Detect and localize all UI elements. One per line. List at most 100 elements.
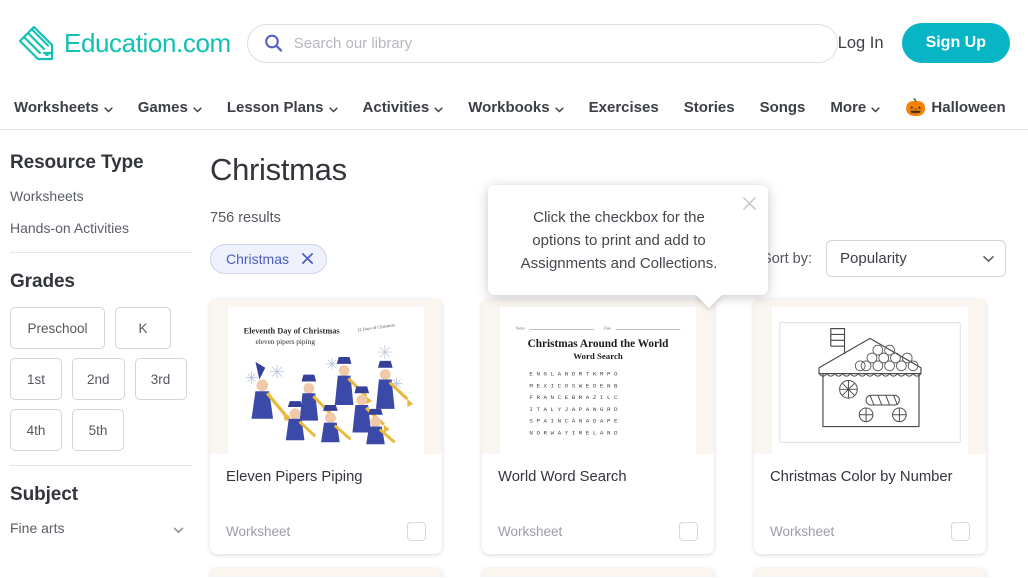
grade-button-1st[interactable]: 1st (10, 358, 62, 400)
pencil-logo-icon (14, 21, 58, 65)
svg-text:S P A I N C A N A D A P E: S P A I N C A N A D A P E (529, 418, 618, 425)
card-title: Eleven Pipers Piping (226, 469, 363, 485)
nav-label: Games (137, 99, 188, 116)
sort-label: Sort by: (762, 250, 812, 267)
nav-label: Activities (362, 99, 430, 116)
card-title: World Word Search (498, 469, 627, 485)
login-link[interactable]: Log In (838, 34, 884, 53)
results-main: Christmas 756 results Christmas Sort by:… (206, 130, 1028, 577)
nav-label: Songs (759, 99, 806, 116)
card-thumbnail (482, 568, 714, 577)
nav-item-games[interactable]: Games (138, 99, 216, 116)
nav-item-songs[interactable]: Songs (760, 99, 820, 116)
close-icon[interactable] (742, 196, 757, 211)
result-card[interactable]: Eleventh Day of Christmas eleven pipers … (210, 299, 442, 554)
chevron-down-icon (554, 99, 564, 116)
sidebar-item-hands-on-activities[interactable]: Hands-on Activities (10, 220, 192, 236)
svg-text:Eleventh Day of Christmas: Eleventh Day of Christmas (244, 326, 341, 335)
nav-label: Workbooks (468, 99, 550, 116)
nav-item-more[interactable]: More (830, 99, 894, 116)
filters-sidebar: Resource Type Worksheets Hands-on Activi… (0, 130, 206, 577)
nav-item-worksheets[interactable]: Worksheets (14, 99, 127, 116)
signup-button[interactable]: Sign Up (901, 23, 1010, 63)
chevron-down-icon (434, 99, 443, 116)
card-checkbox[interactable] (951, 522, 970, 541)
nav-item-halloween[interactable]: 🎃 Halloween (905, 99, 1019, 116)
svg-text:F R A N C E B R A Z I L C: F R A N C E B R A Z I L C (529, 394, 618, 401)
nav-label: Halloween (931, 99, 1006, 116)
facet-title-grades: Grades (10, 271, 75, 292)
grade-button-4th[interactable]: 4th (10, 409, 62, 451)
sort-select-wrap: Popularity Most Recent Title A-Z Title Z… (826, 240, 1006, 277)
svg-text:eleven pipers piping: eleven pipers piping (255, 337, 315, 346)
nav-item-activities[interactable]: Activities (363, 99, 458, 116)
grade-button-3rd[interactable]: 3rd (134, 358, 187, 400)
grade-button-group: Preschool K 1st 2nd 3rd 4th 5th (10, 307, 192, 451)
checkbox-hint-tooltip: Click the checkbox for the options to pr… (488, 185, 768, 309)
main-navigation: Worksheets Games Lesson Plans Activities… (0, 86, 1028, 130)
card-body: Eleven Pipers Piping Worksheet (210, 454, 442, 554)
nav-item-lesson-plans[interactable]: Lesson Plans (227, 99, 352, 116)
result-card[interactable] (482, 568, 714, 577)
facet-title-resource-type: Resource Type (10, 152, 144, 173)
chevron-down-icon (104, 99, 113, 116)
grade-button-2nd[interactable]: 2nd (72, 358, 125, 400)
chevron-down-icon (193, 99, 202, 116)
worksheet-preview-word-search: Name Date Christmas Around the World Wor… (500, 307, 696, 454)
chevron-down-icon (871, 99, 880, 116)
chevron-down-icon (173, 520, 184, 536)
card-footer: Worksheet (498, 522, 698, 541)
logo-text: Education.com (64, 27, 231, 58)
svg-text:I T A L Y J A P A N G R D: I T A L Y J A P A N G R D (529, 406, 618, 413)
divider (10, 465, 192, 466)
svg-text:Christmas Around the World: Christmas Around the World (528, 338, 669, 350)
svg-text:Word Search: Word Search (573, 351, 623, 361)
site-header: Education.com Log In Sign Up (0, 0, 1028, 86)
nav-item-exercises[interactable]: Exercises (589, 99, 673, 116)
tooltip-pointer (695, 294, 723, 309)
nav-item-stories[interactable]: Stories (684, 99, 749, 116)
grade-button-preschool[interactable]: Preschool (10, 307, 105, 349)
search-box[interactable] (246, 23, 838, 63)
result-card[interactable] (754, 568, 986, 577)
sidebar-item-fine-arts[interactable]: Fine arts (10, 520, 192, 536)
nav-item-workbooks[interactable]: Workbooks (468, 99, 577, 116)
page-title: Christmas (210, 152, 347, 187)
close-icon[interactable] (301, 252, 314, 265)
sort-select[interactable]: Popularity Most Recent Title A-Z Title Z… (826, 240, 1006, 277)
result-card[interactable] (210, 568, 442, 577)
nav-label: Exercises (588, 99, 659, 116)
svg-text:Date: Date (604, 327, 612, 331)
result-card[interactable]: Christmas Color by Number Worksheet (754, 299, 986, 554)
nav-label: Worksheets (14, 99, 99, 116)
sidebar-item-worksheets[interactable]: Worksheets (10, 188, 192, 204)
grade-button-5th[interactable]: 5th (72, 409, 124, 451)
site-logo[interactable]: Education.com (14, 21, 231, 65)
chevron-down-icon (328, 99, 338, 116)
svg-text:E N G L A N D R T K M P O: E N G L A N D R T K M P O (529, 371, 618, 378)
sidebar-item-label: Fine arts (10, 520, 65, 536)
svg-text:N O R W A Y I R E L A N D: N O R W A Y I R E L A N D (529, 429, 618, 436)
svg-text:M E X I C O S W E D E N B: M E X I C O S W E D E N B (529, 382, 618, 389)
grade-button-k[interactable]: K (115, 307, 171, 349)
card-footer: Worksheet (226, 522, 426, 541)
tooltip-text: Click the checkbox for the options to pr… (520, 209, 718, 272)
card-thumbnail: Eleventh Day of Christmas eleven pipers … (210, 299, 442, 454)
divider (10, 252, 192, 253)
card-thumbnail (754, 299, 986, 454)
nav-label: Lesson Plans (226, 99, 324, 116)
result-card[interactable]: Name Date Christmas Around the World Wor… (482, 299, 714, 554)
worksheet-preview-pipers: Eleventh Day of Christmas eleven pipers … (228, 307, 424, 454)
card-body: World Word Search Worksheet (482, 454, 714, 554)
card-title: Christmas Color by Number (770, 469, 953, 485)
worksheet-preview-color-by-number (772, 307, 968, 454)
svg-text:Name: Name (516, 327, 526, 331)
search-input[interactable] (291, 24, 821, 62)
card-footer: Worksheet (770, 522, 970, 541)
card-checkbox[interactable] (407, 522, 426, 541)
card-thumbnail: Name Date Christmas Around the World Wor… (482, 299, 714, 454)
sort-control: Sort by: Popularity Most Recent Title A-… (762, 240, 1006, 277)
active-filter-chip-christmas[interactable]: Christmas (210, 243, 328, 274)
card-checkbox[interactable] (679, 522, 698, 541)
page-body: Resource Type Worksheets Hands-on Activi… (0, 130, 1028, 577)
